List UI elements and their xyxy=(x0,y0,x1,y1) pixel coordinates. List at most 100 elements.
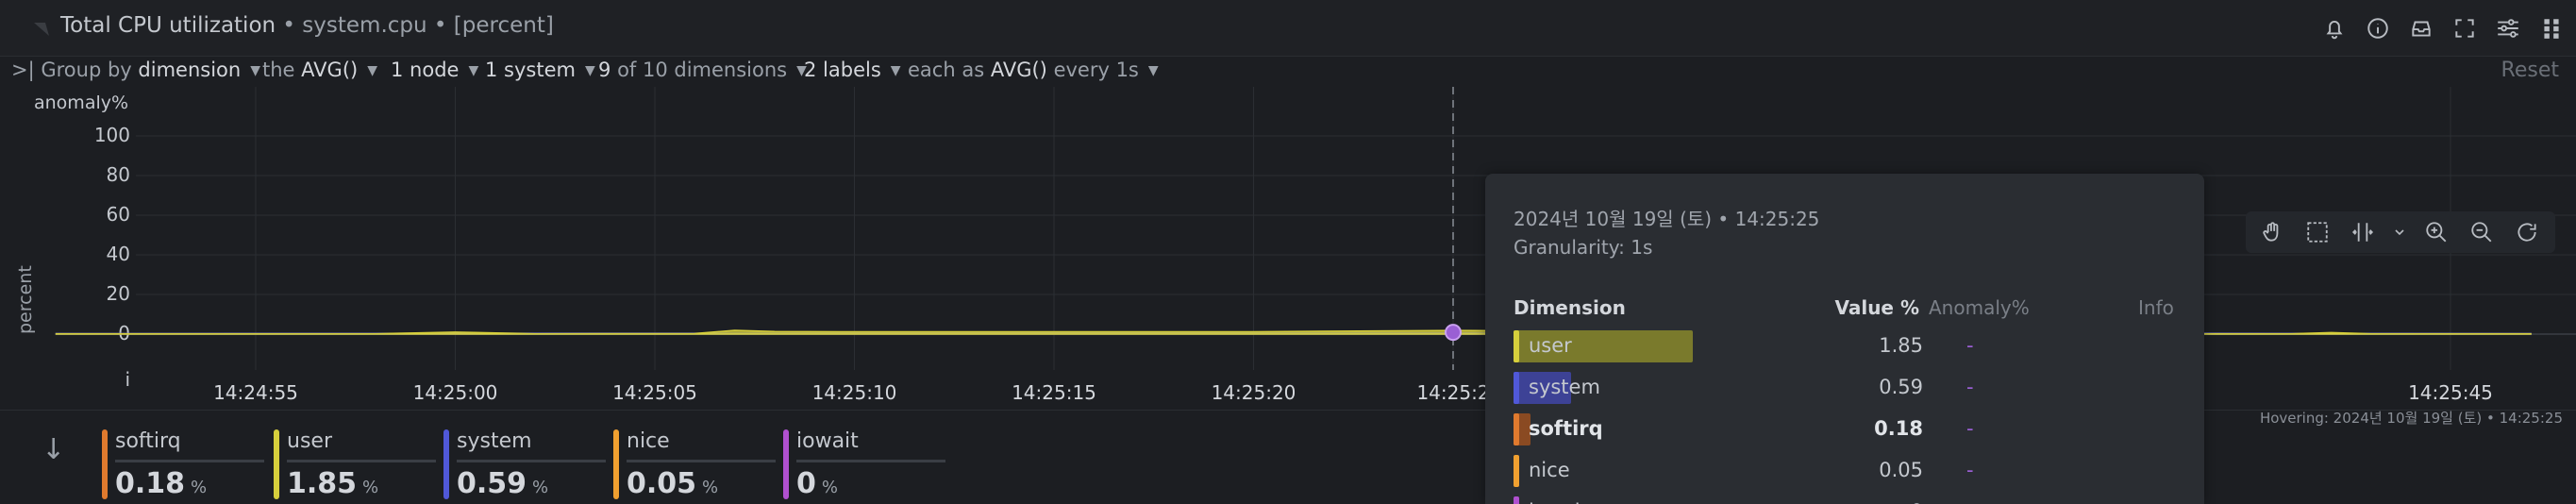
tooltip-dimension-value: 1.85 xyxy=(1879,334,1923,357)
tooltip-dimension-anomaly: - xyxy=(1966,417,1974,440)
tooltip-row-softirq: softirq 0.18 - xyxy=(1514,412,2183,445)
collapse-sidebar-icon[interactable]: >| xyxy=(11,59,35,81)
tooltip-row-iowait: iowait 0 - xyxy=(1514,495,2183,504)
legend-value-unit: % xyxy=(362,478,379,497)
tooltip-header-value: Value % xyxy=(1834,296,1919,319)
legend-item-user[interactable]: user 1.85% xyxy=(274,429,436,500)
chevron-down-icon: ▼ xyxy=(250,63,260,78)
legend-item-nice[interactable]: nice 0.05% xyxy=(613,429,776,500)
tooltip-dimension-anomaly: - xyxy=(1966,376,1974,398)
legend-value-unit: % xyxy=(532,478,549,497)
tooltip-dimension-value: 0 xyxy=(1911,500,1923,504)
legend-item-value: 0.18% xyxy=(115,467,207,500)
sort-arrow-down-icon[interactable]: ↓ xyxy=(42,433,65,466)
hover-marker xyxy=(1445,324,1462,342)
legend-color-bar xyxy=(274,429,279,499)
legend-item-name: iowait xyxy=(796,429,859,453)
tooltip-dimension-name: iowait xyxy=(1529,500,1588,504)
legend-divider xyxy=(287,460,436,462)
aggregation-dropdown[interactable]: the AVG() ▼ xyxy=(262,59,377,81)
tooltip-date: 2024년 10월 19일 (토) • 14:25:25 xyxy=(1514,208,1820,230)
legend-item-value: 0% xyxy=(796,467,838,500)
legend-item-system[interactable]: system 0.59% xyxy=(443,429,606,500)
tooltip-dimension-value: 0.59 xyxy=(1879,376,1923,398)
settings-sliders-icon[interactable] xyxy=(2493,13,2523,43)
legend-item-value: 1.85% xyxy=(287,467,378,500)
agg-prefix: the xyxy=(262,59,295,81)
zoom-out-icon[interactable] xyxy=(2465,215,2499,249)
systems-dropdown[interactable]: 1 system ▼ xyxy=(485,59,595,81)
legend-divider xyxy=(115,460,264,462)
legend-item-value: 0.59% xyxy=(457,467,548,500)
chevron-down-icon[interactable] xyxy=(2391,215,2408,249)
agg-value: AVG() xyxy=(301,59,359,81)
chart-units: [percent] xyxy=(453,13,554,38)
systems-count: 1 system xyxy=(485,59,576,81)
legend-color-bar xyxy=(102,429,108,499)
tooltip-dimension-anomaly: - xyxy=(1966,334,1974,357)
nodes-dropdown[interactable]: 1 node ▼ xyxy=(391,59,478,81)
tooltip-color-stripe xyxy=(1514,413,1519,445)
each-prefix: each as xyxy=(908,59,985,81)
chart-toolbar xyxy=(2246,211,2555,253)
each-value: AVG() xyxy=(990,59,1047,81)
reset-button[interactable]: Reset xyxy=(2501,59,2559,82)
chart-context: system.cpu xyxy=(302,13,427,38)
every-value: every 1s xyxy=(1053,59,1139,81)
tooltip-dimension-anomaly: - xyxy=(1966,500,1974,504)
legend-color-bar xyxy=(783,429,789,499)
zoom-in-icon[interactable] xyxy=(2419,215,2453,249)
tooltip-dimension-name: softirq xyxy=(1529,417,1603,440)
legend-divider xyxy=(796,460,945,462)
tooltip-row-user: user 1.85 - xyxy=(1514,328,2183,362)
legend-value-number: 1.85 xyxy=(287,467,358,500)
tooltip-color-stripe xyxy=(1514,455,1519,487)
dimensions-suffix: of 10 dimensions xyxy=(617,59,788,81)
reset-zoom-icon[interactable] xyxy=(2510,215,2544,249)
horizontal-select-icon[interactable] xyxy=(2346,215,2380,249)
legend-item-name: user xyxy=(287,429,332,453)
tooltip-row-system: system 0.59 - xyxy=(1514,370,2183,404)
tooltip-granularity: Granularity: 1s xyxy=(1514,236,1653,259)
inbox-icon[interactable] xyxy=(2406,13,2436,43)
legend-value-unit: % xyxy=(702,478,719,497)
nodes-count: 1 node xyxy=(391,59,460,81)
title-separator: • xyxy=(282,13,303,38)
chevron-down-icon: ▼ xyxy=(584,63,595,78)
tooltip-header-dimension: Dimension xyxy=(1514,296,1626,319)
chart-title-main: Total CPU utilization xyxy=(60,13,276,38)
tooltip-dimension-name: user xyxy=(1529,334,1572,357)
tooltip-color-stripe xyxy=(1514,330,1519,362)
legend-value-unit: % xyxy=(821,478,838,497)
tooltip-color-stripe xyxy=(1514,496,1519,504)
legend-item-softirq[interactable]: softirq 0.18% xyxy=(102,429,264,500)
labels-dropdown[interactable]: 2 labels ▼ xyxy=(804,59,901,81)
group-by-dropdown[interactable]: >| Group by dimension ▼ xyxy=(11,59,260,81)
time-aggregation-dropdown[interactable]: each as AVG() every 1s ▼ xyxy=(908,59,1159,81)
select-box-icon[interactable] xyxy=(2300,215,2334,249)
info-icon[interactable] xyxy=(2363,13,2393,43)
legend-item-iowait[interactable]: iowait 0% xyxy=(783,429,945,500)
group-by-bar: >| Group by dimension ▼ the AVG() ▼ 1 node… xyxy=(0,57,2576,87)
dimensions-dropdown[interactable]: 9 of 10 dimensions ▼ xyxy=(598,59,807,81)
fullscreen-icon[interactable] xyxy=(2450,13,2480,43)
chevron-down-icon: ▼ xyxy=(1147,63,1159,78)
tooltip-dimension-anomaly: - xyxy=(1966,459,1974,481)
legend-color-bar xyxy=(443,429,449,499)
chart-drag-handle-icon[interactable] xyxy=(32,21,51,38)
legend-value-number: 0 xyxy=(796,467,816,500)
group-by-value: dimension xyxy=(138,59,242,81)
chevron-down-icon: ▼ xyxy=(890,63,901,78)
chevron-down-icon: ▼ xyxy=(367,63,377,78)
legend-item-name: system xyxy=(457,429,532,453)
drag-grid-icon[interactable] xyxy=(2536,13,2567,43)
title-separator: • xyxy=(433,13,454,38)
chart-header-actions xyxy=(2319,13,2567,43)
chart-title: Total CPU utilization • system.cpu • [pe… xyxy=(60,13,554,38)
labels-count: 2 labels xyxy=(804,59,881,81)
bell-icon[interactable] xyxy=(2319,13,2350,43)
pan-hand-icon[interactable] xyxy=(2255,215,2289,249)
tooltip-color-stripe xyxy=(1514,372,1519,404)
tooltip-dimension-value: 0.18 xyxy=(1874,417,1923,440)
legend-value-unit: % xyxy=(191,478,208,497)
